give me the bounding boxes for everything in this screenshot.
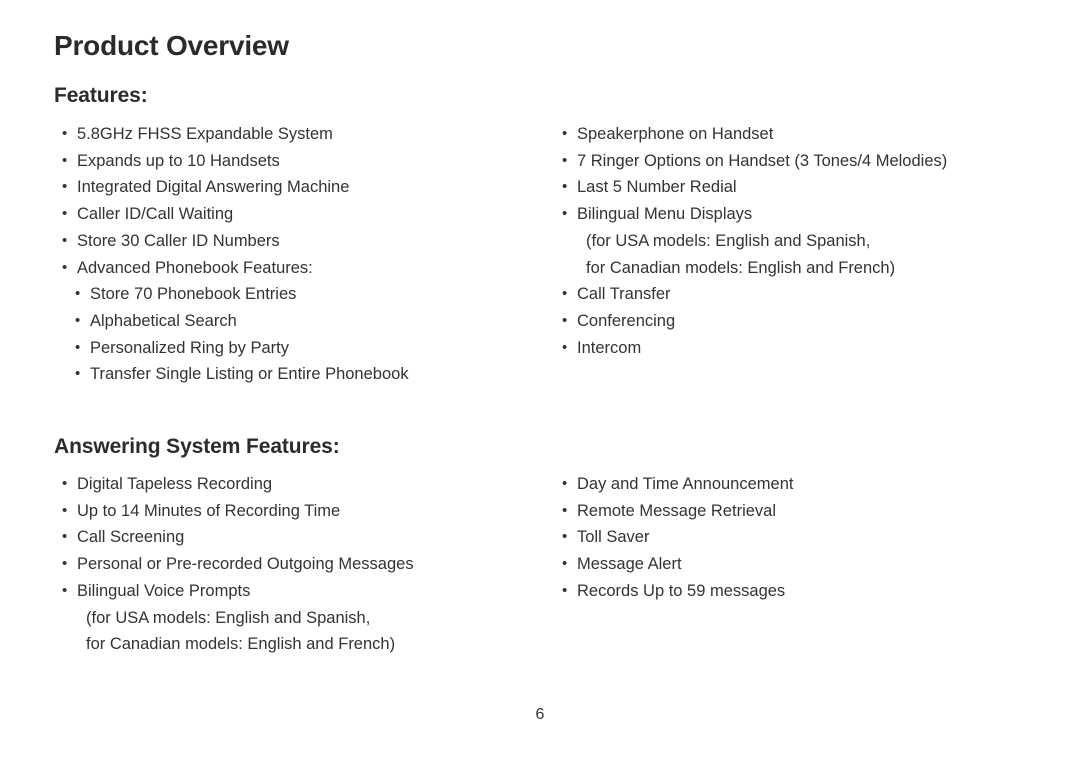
bullet-item: Speakerphone on Handset [562, 121, 1032, 148]
bullet-item: Last 5 Number Redial [562, 174, 1032, 201]
bullet-item: Expands up to 10 Handsets [62, 148, 532, 175]
bullet-item: Digital Tapeless Recording [62, 471, 532, 498]
bullet-item: Call Transfer [562, 281, 1032, 308]
answering-system-right-column: Day and Time AnnouncementRemote Message … [562, 471, 1022, 605]
bullet-continuation-line: (for USA models: English and Spanish, [586, 231, 871, 250]
section-heading-features: Features: [54, 84, 148, 107]
bullet-item: Day and Time Announcement [562, 471, 1022, 498]
bullet-item: Call Screening [62, 524, 532, 551]
features-left-column: 5.8GHz FHSS Expandable SystemExpands up … [62, 121, 532, 388]
bullet-item: Conferencing [562, 308, 1032, 335]
page-title: Product Overview [54, 30, 289, 61]
bullet-item: Up to 14 Minutes of Recording Time [62, 498, 532, 525]
sub-bullet-item: Store 70 Phonebook Entries [75, 281, 532, 308]
bullet-item: Bilingual Voice Prompts [62, 578, 532, 605]
bullet-continuation-line: (for USA models: English and Spanish, [86, 608, 371, 627]
section-heading-answering-system: Answering System Features: [54, 435, 340, 458]
sub-bullet-item: Alphabetical Search [75, 308, 532, 335]
bullet-item: Toll Saver [562, 524, 1022, 551]
bullet-item: Remote Message Retrieval [562, 498, 1022, 525]
sub-bullet-item: Transfer Single Listing or Entire Phoneb… [75, 361, 532, 388]
bullet-item: Records Up to 59 messages [562, 578, 1022, 605]
bullet-item: 5.8GHz FHSS Expandable System [62, 121, 532, 148]
bullet-item: Caller ID/Call Waiting [62, 201, 532, 228]
sub-bullet-item: Personalized Ring by Party [75, 335, 532, 362]
bullet-continuation-line: for Canadian models: English and French) [586, 258, 896, 277]
bullet-item: Store 30 Caller ID Numbers [62, 228, 532, 255]
bullet-item: 7 Ringer Options on Handset (3 Tones/4 M… [562, 148, 1032, 175]
bullet-item: Personal or Pre-recorded Outgoing Messag… [62, 551, 532, 578]
bullet-item: Message Alert [562, 551, 1022, 578]
bullet-item: Integrated Digital Answering Machine [62, 174, 532, 201]
bullet-item: Intercom [562, 335, 1032, 362]
bullet-item: Advanced Phonebook Features: [62, 255, 532, 282]
page-number: 6 [535, 706, 545, 723]
bullet-continuation-line: for Canadian models: English and French) [86, 635, 396, 654]
answering-system-left-column: Digital Tapeless RecordingUp to 14 Minut… [62, 471, 532, 658]
bullet-item: Bilingual Menu Displays [562, 201, 1032, 228]
document-page: Product Overview Features: 5.8GHz FHSS E… [0, 0, 1080, 759]
features-right-column: Speakerphone on Handset7 Ringer Options … [562, 121, 1032, 361]
